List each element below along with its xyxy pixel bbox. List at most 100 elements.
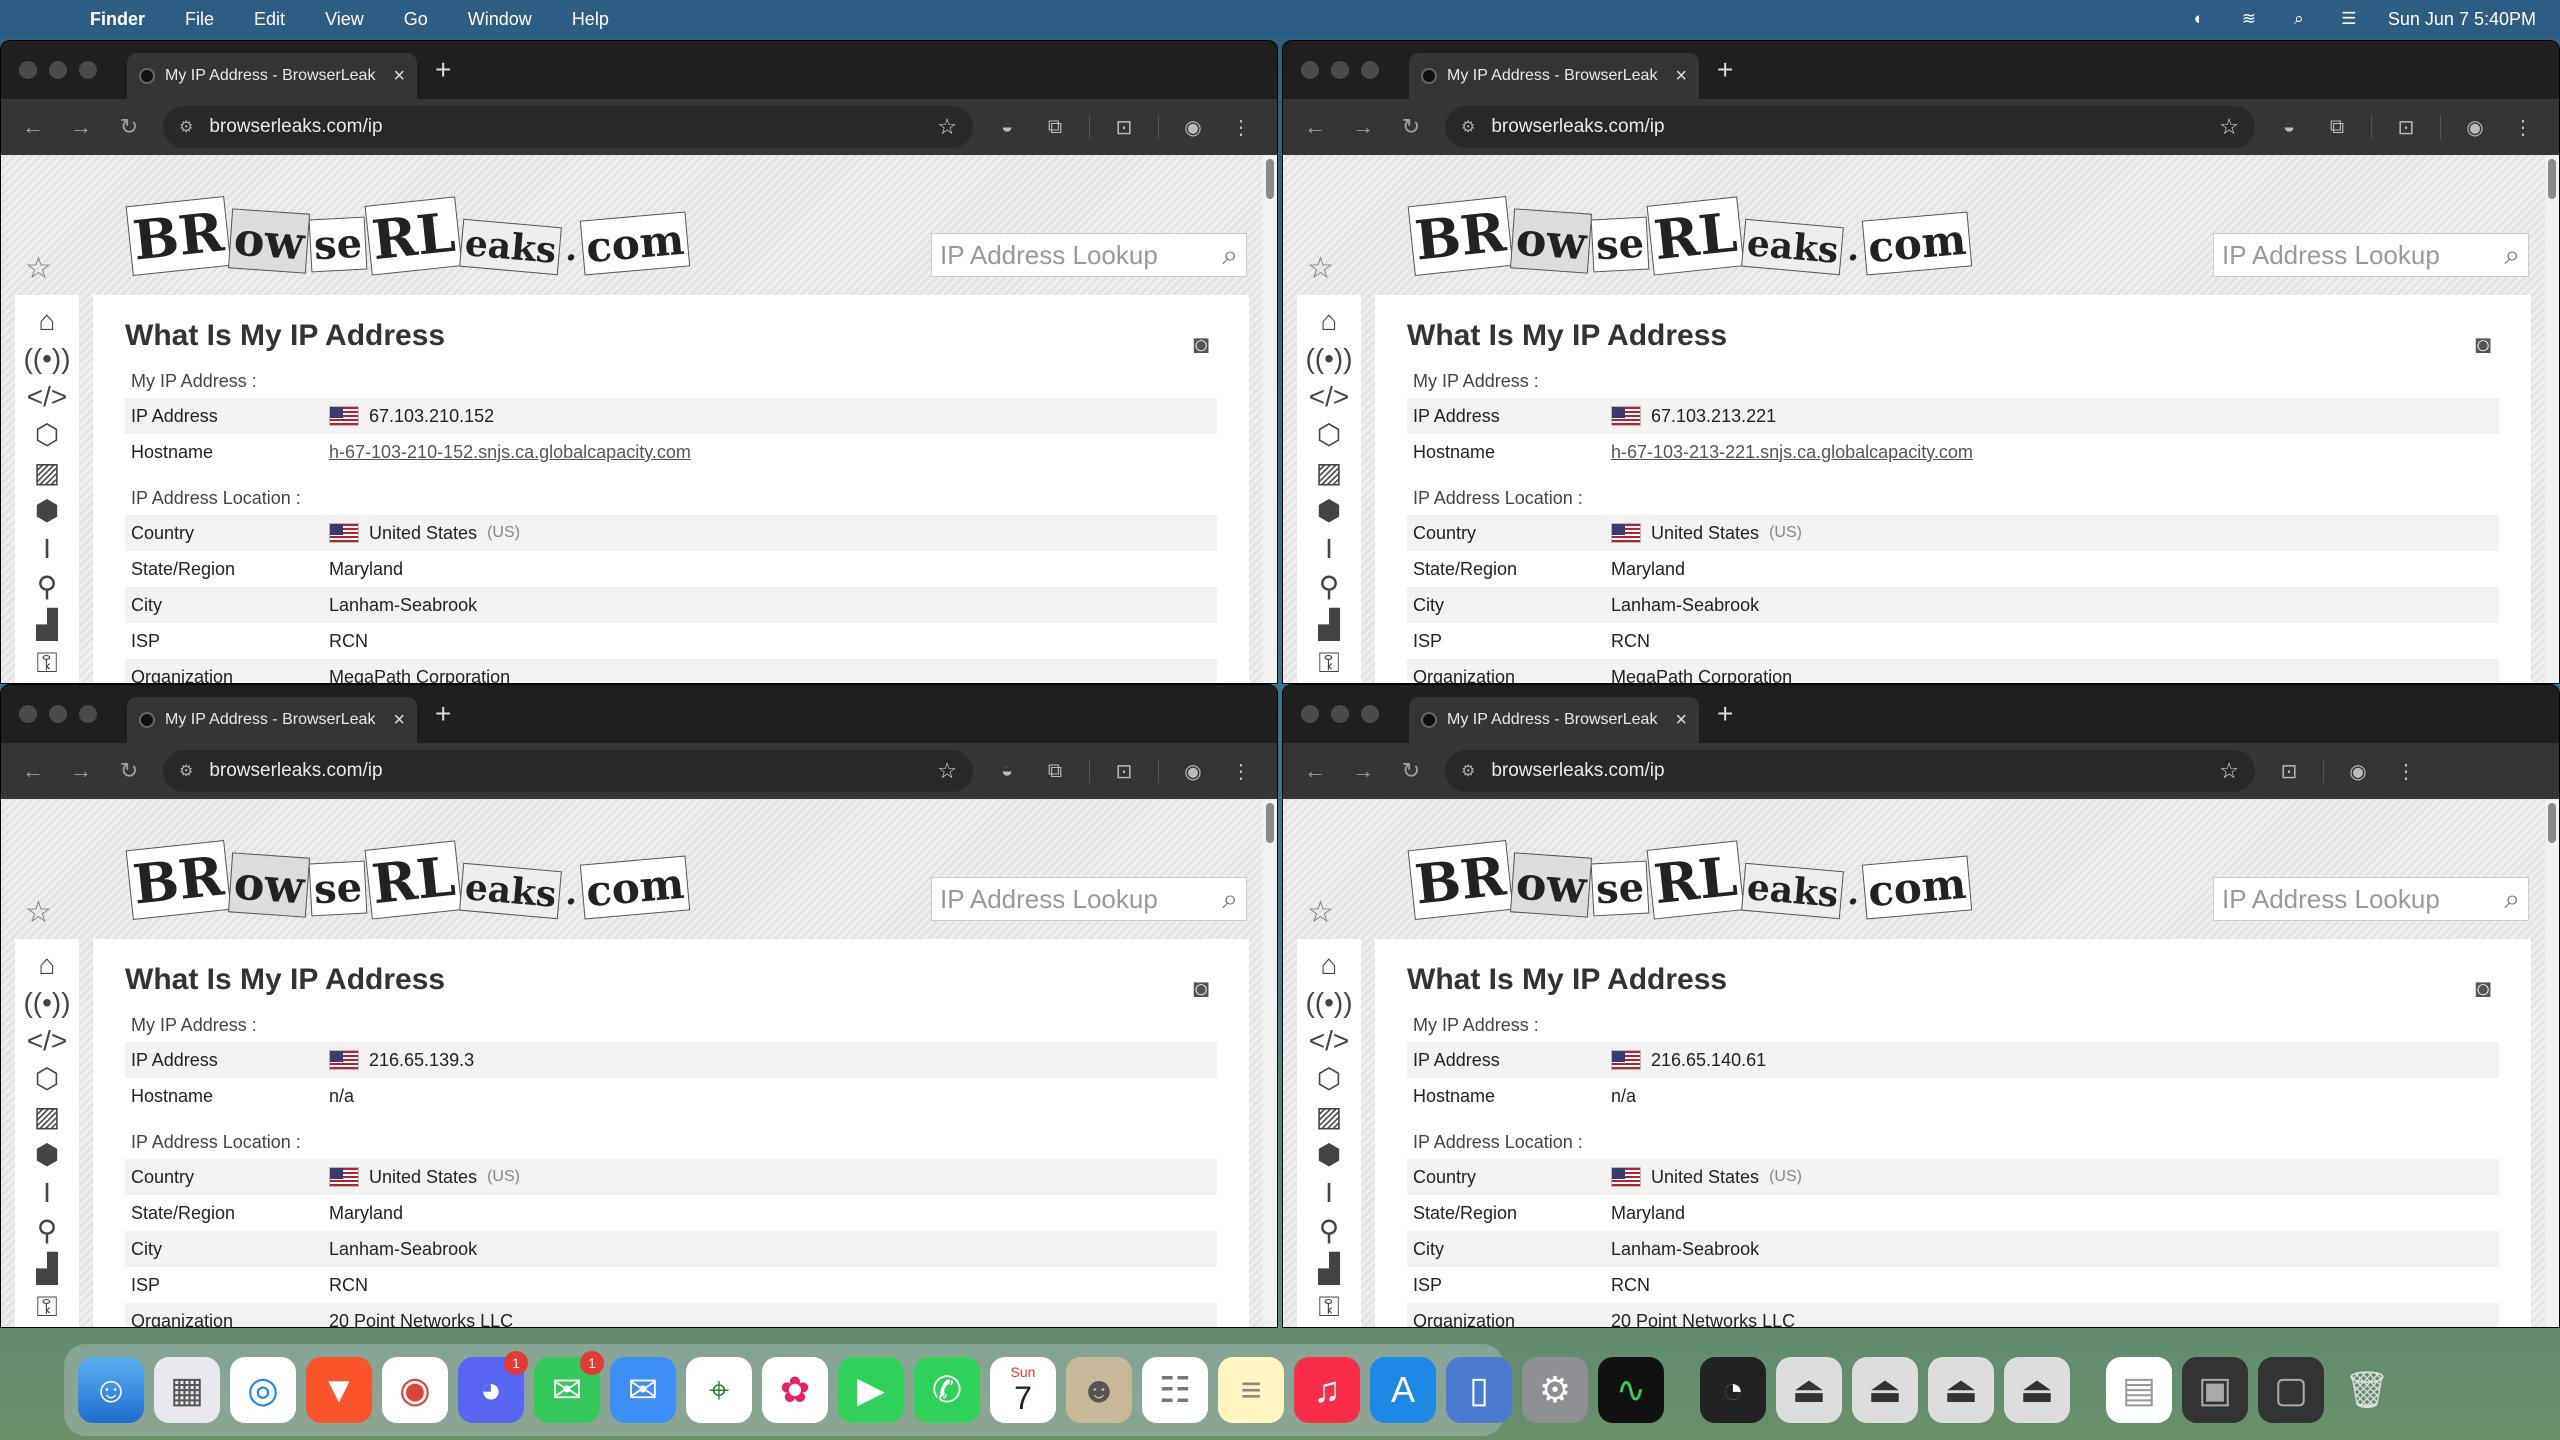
scrollbar[interactable] xyxy=(2545,799,2559,1327)
music-icon[interactable]: ♫ xyxy=(1294,1357,1360,1423)
url-text[interactable]: browserleaks.com/ip xyxy=(209,116,921,138)
url-text[interactable]: browserleaks.com/ip xyxy=(1491,116,2203,138)
vpn-icon[interactable]: ◐ xyxy=(2188,9,2210,28)
search-placeholder[interactable]: IP Address Lookup xyxy=(2222,240,2504,271)
zoom-window-button[interactable] xyxy=(79,705,97,723)
site-info-icon[interactable]: ⚙ xyxy=(1461,761,1475,781)
camera-icon[interactable]: ◙ xyxy=(1193,973,1209,1004)
control-center-icon[interactable]: ☰ xyxy=(2338,9,2360,28)
close-window-button[interactable] xyxy=(19,705,37,723)
menu-window[interactable]: Window xyxy=(448,9,552,30)
reload-icon[interactable]: ↻ xyxy=(1397,758,1425,784)
app-icon-eject-3[interactable]: ⏏ xyxy=(1928,1357,1994,1423)
contacts-icon[interactable]: ☻ xyxy=(1066,1357,1132,1423)
home-icon[interactable]: ⌂ xyxy=(1321,305,1338,337)
site-info-icon[interactable]: ⚙ xyxy=(179,117,193,137)
chrome-icon[interactable]: ◉ xyxy=(382,1357,448,1423)
ip-lookup-search[interactable]: IP Address Lookup ⌕ xyxy=(931,877,1247,921)
menu-edit[interactable]: Edit xyxy=(234,9,305,30)
app-icon-eject-2[interactable]: ⏏ xyxy=(1852,1357,1918,1423)
search-icon[interactable]: ⌕ xyxy=(1222,883,1238,916)
url-text[interactable]: browserleaks.com/ip xyxy=(1491,760,2203,782)
canvas-icon[interactable]: ⬡ xyxy=(35,419,59,451)
camera-icon[interactable]: ◙ xyxy=(2475,329,2491,360)
hostname-link[interactable]: h-67-103-210-152.snjs.ca.globalcapacity.… xyxy=(329,442,691,463)
minimize-window-button[interactable] xyxy=(1331,705,1349,723)
scrollbar[interactable] xyxy=(1263,799,1277,1327)
minimize-window-button[interactable] xyxy=(49,705,67,723)
url-text[interactable]: browserleaks.com/ip xyxy=(209,760,921,782)
menu-go[interactable]: Go xyxy=(384,9,448,30)
code-icon[interactable]: </> xyxy=(1309,381,1349,413)
app-icon-eject-1[interactable]: ⏏ xyxy=(1776,1357,1842,1423)
lock-icon[interactable]: ⚿ xyxy=(1318,647,1339,679)
site-info-icon[interactable]: ⚙ xyxy=(179,761,193,781)
search-placeholder[interactable]: IP Address Lookup xyxy=(940,884,1222,915)
new-tab-icon[interactable]: + xyxy=(1717,698,1733,730)
location-pin-icon[interactable]: ⚲ xyxy=(37,1215,58,1247)
close-window-button[interactable] xyxy=(1301,61,1319,79)
document-icon[interactable]: ▤ xyxy=(2106,1357,2172,1423)
reload-icon[interactable]: ↻ xyxy=(115,114,143,140)
search-icon[interactable]: ⌕ xyxy=(2504,883,2520,916)
stairs-icon[interactable]: ▟ xyxy=(36,609,58,641)
bookmark-star-icon[interactable]: ☆ xyxy=(2219,114,2239,140)
close-window-button[interactable] xyxy=(19,61,37,79)
address-bar[interactable]: ⚙ browserleaks.com/ip ☆ xyxy=(1445,106,2255,148)
more-menu-icon[interactable]: ⋮ xyxy=(2392,759,2420,784)
scrollbar-thumb[interactable] xyxy=(2548,803,2556,843)
wifi-icon[interactable]: ≋ xyxy=(2238,9,2260,28)
browser-tab[interactable]: My IP Address - BrowserLeak × xyxy=(1409,697,1699,743)
menu-help[interactable]: Help xyxy=(552,9,629,30)
extension-icon[interactable]: ◒ xyxy=(2275,116,2303,139)
photos-icon[interactable]: ✿ xyxy=(762,1357,828,1423)
browserleaks-logo[interactable]: BR ow se RL eaks . com xyxy=(1407,825,1973,920)
font-icon[interactable]: I xyxy=(1325,1177,1333,1209)
canvas-icon[interactable]: ⬡ xyxy=(1317,1063,1341,1095)
lock-icon[interactable]: ⚿ xyxy=(36,647,57,679)
zoom-window-button[interactable] xyxy=(79,61,97,79)
home-icon[interactable]: ⌂ xyxy=(39,949,56,981)
stairs-icon[interactable]: ▟ xyxy=(36,1253,58,1285)
new-tab-icon[interactable]: + xyxy=(435,698,451,730)
window-thumbnail-icon-2[interactable]: ▢ xyxy=(2258,1357,2324,1423)
extensions-puzzle-icon[interactable]: ⧉ xyxy=(1041,116,1069,139)
location-pin-icon[interactable]: ⚲ xyxy=(37,571,58,603)
font-icon[interactable]: I xyxy=(43,1177,51,1209)
pin-star-icon[interactable]: ☆ xyxy=(25,251,52,286)
reload-icon[interactable]: ↻ xyxy=(115,758,143,784)
reminders-icon[interactable]: ☷ xyxy=(1142,1357,1208,1423)
image-icon[interactable]: ▨ xyxy=(34,1101,60,1133)
search-icon[interactable]: ⌕ xyxy=(1222,239,1238,272)
close-tab-icon[interactable]: × xyxy=(393,709,405,732)
extensions-puzzle-icon[interactable]: ⧉ xyxy=(1041,760,1069,783)
new-tab-icon[interactable]: + xyxy=(435,54,451,86)
pin-star-icon[interactable]: ☆ xyxy=(1307,251,1334,286)
pin-star-icon[interactable]: ☆ xyxy=(1307,895,1334,930)
hostname-link[interactable]: h-67-103-213-221.snjs.ca.globalcapacity.… xyxy=(1611,442,1973,463)
forward-arrow-icon[interactable]: → xyxy=(1349,114,1377,140)
lock-icon[interactable]: ⚿ xyxy=(1318,1291,1339,1323)
extensions-puzzle-icon[interactable]: ⧉ xyxy=(2323,116,2351,139)
site-info-icon[interactable]: ⚙ xyxy=(1461,117,1475,137)
app-store-icon[interactable]: A xyxy=(1370,1357,1436,1423)
system-settings-icon[interactable]: ⚙ xyxy=(1522,1357,1588,1423)
more-menu-icon[interactable]: ⋮ xyxy=(1227,759,1255,784)
broadcast-icon[interactable]: ((•)) xyxy=(1305,987,1352,1019)
calendar-icon[interactable]: Sun 7 xyxy=(990,1357,1056,1423)
browser-tab[interactable]: My IP Address - BrowserLeak × xyxy=(127,697,417,743)
image-icon[interactable]: ▨ xyxy=(1316,1101,1342,1133)
profile-icon[interactable]: ◉ xyxy=(2344,759,2372,784)
launchpad-icon[interactable]: ▦ xyxy=(154,1357,220,1423)
minimize-window-button[interactable] xyxy=(1331,61,1349,79)
lock-icon[interactable]: ⚿ xyxy=(36,1291,57,1323)
activity-monitor-icon[interactable]: ∿ xyxy=(1598,1357,1664,1423)
new-tab-icon[interactable]: + xyxy=(1717,54,1733,86)
scrollbar-thumb[interactable] xyxy=(1266,803,1274,843)
tab-search-icon[interactable]: ⊡ xyxy=(2392,115,2420,140)
bookmark-star-icon[interactable]: ☆ xyxy=(2219,758,2239,784)
more-menu-icon[interactable]: ⋮ xyxy=(2509,115,2537,140)
back-arrow-icon[interactable]: ← xyxy=(19,758,47,784)
cube-icon[interactable]: ⬢ xyxy=(1317,1139,1341,1171)
scrollbar-thumb[interactable] xyxy=(2548,159,2556,199)
